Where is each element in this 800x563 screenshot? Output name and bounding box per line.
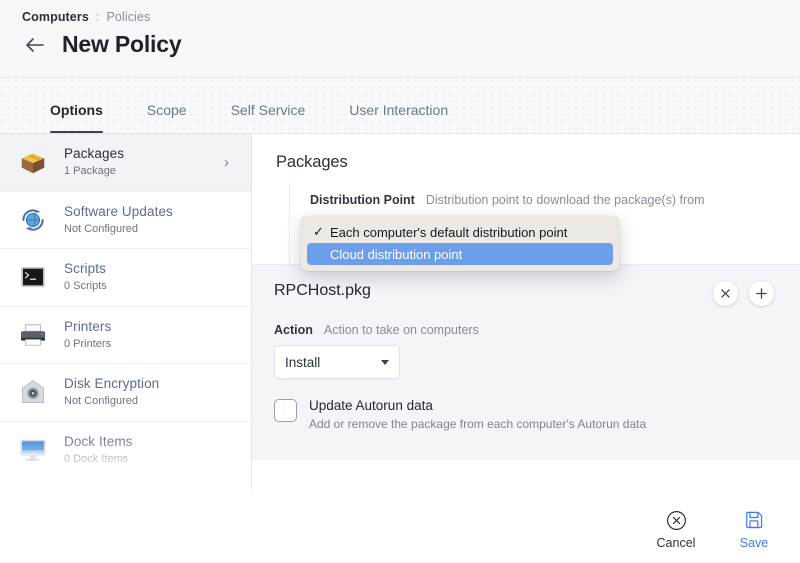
payload-sidebar[interactable]: Packages 1 Package› Software Updates Not Co… (0, 134, 252, 490)
breadcrumb: Computers : Policies (22, 10, 150, 24)
printer-icon (16, 318, 50, 352)
breadcrumb-computers[interactable]: Computers (22, 10, 89, 24)
distribution-point-help: Distribution point to download the packa… (426, 193, 705, 207)
sidebar-item-printers[interactable]: Printers 0 Printers (0, 307, 251, 365)
sidebar-item-packages[interactable]: Packages 1 Package› (0, 134, 251, 192)
chevron-right-icon: › (224, 154, 235, 171)
sidebar-item-software-updates[interactable]: Software Updates Not Configured (0, 192, 251, 250)
cancel-label: Cancel (657, 536, 696, 550)
action-help: Action to take on computers (324, 323, 479, 337)
sidebar-item-sublabel: 0 Dock Items (64, 453, 235, 466)
menu-item-default-distribution-point[interactable]: ✓ Each computer's default distribution p… (307, 221, 613, 243)
sidebar-item-disk-encryption[interactable]: Disk Encryption Not Configured (0, 364, 251, 422)
sidebar-item-text: Disk Encryption Not Configured (64, 376, 235, 408)
menu-item-cloud-distribution-point[interactable]: Cloud distribution point (307, 243, 613, 265)
update-autorun-title: Update Autorun data (309, 397, 646, 415)
monitor-dock-icon (16, 433, 50, 467)
sidebar-item-sublabel: 1 Package (64, 165, 224, 178)
sidebar-item-text: Packages 1 Package (64, 146, 224, 178)
sidebar-item-sublabel: 0 Printers (64, 338, 235, 351)
tab-self-service[interactable]: Self Service (209, 102, 328, 133)
sidebar-item-sublabel: 0 Scripts (64, 280, 235, 293)
sidebar-item-label: Packages (64, 146, 224, 163)
update-autorun-row: Update Autorun data Add or remove the pa… (274, 397, 646, 431)
sidebar-item-label: Disk Encryption (64, 376, 235, 393)
action-select[interactable]: Install (274, 345, 400, 379)
arrow-left-icon[interactable] (22, 32, 48, 58)
update-autorun-text: Update Autorun data Add or remove the pa… (309, 397, 646, 431)
save-button[interactable]: Save (722, 509, 786, 550)
tab-scope[interactable]: Scope (125, 102, 209, 133)
tab-options[interactable]: Options (28, 102, 125, 133)
distribution-point-field: Distribution Point Distribution point to… (310, 193, 704, 207)
breadcrumb-policies[interactable]: Policies (106, 10, 150, 24)
sidebar-item-label: Dock Items (64, 434, 235, 451)
page-title: New Policy (62, 31, 181, 58)
cancel-button[interactable]: Cancel (644, 509, 708, 550)
sidebar-item-label: Scripts (64, 261, 235, 278)
software-update-globe-icon (16, 203, 50, 237)
action-label: Action (274, 323, 313, 337)
sidebar-item-label: Printers (64, 319, 235, 336)
main-panel: Packages Distribution Point Distribution… (252, 134, 800, 490)
sidebar-item-label: Software Updates (64, 204, 235, 221)
sidebar-item-local-accounts[interactable]: Local Accounts0 Accounts (0, 479, 251, 490)
checkmark-icon: ✓ (313, 224, 330, 240)
action-select-value: Install (285, 355, 381, 370)
policy-editor-window: Computers : Policies New Policy OptionsS… (0, 0, 800, 563)
menu-item-label: Cloud distribution point (330, 247, 462, 262)
page-header: Computers : Policies New Policy (0, 0, 800, 78)
sidebar-item-dock-items[interactable]: Dock Items 0 Dock Items (0, 422, 251, 480)
package-box-icon (16, 145, 50, 179)
sidebar-item-text: Printers 0 Printers (64, 319, 235, 351)
menu-item-label: Each computer's default distribution poi… (330, 225, 567, 240)
action-field: Action Action to take on computers (274, 323, 479, 337)
distribution-point-dropdown-menu[interactable]: ✓ Each computer's default distribution p… (301, 216, 619, 271)
tab-user-interaction[interactable]: User Interaction (327, 102, 470, 133)
title-row: New Policy (22, 31, 181, 58)
sidebar-item-text: Scripts 0 Scripts (64, 261, 235, 293)
breadcrumb-separator: : (96, 10, 100, 24)
save-floppy-icon (743, 509, 765, 531)
package-card: RPCHost.pkg Action Action to take on com… (252, 264, 800, 460)
distribution-point-label: Distribution Point (310, 193, 415, 207)
sidebar-item-text: Software Updates Not Configured (64, 204, 235, 236)
update-autorun-sub: Add or remove the package from each comp… (309, 417, 646, 431)
sidebar-item-scripts[interactable]: Scripts 0 Scripts (0, 249, 251, 307)
package-name: RPCHost.pkg (274, 282, 371, 300)
cancel-circle-x-icon (665, 509, 687, 531)
chevron-down-icon (381, 360, 389, 365)
sidebar-item-text: Dock Items 0 Dock Items (64, 434, 235, 466)
section-title: Packages (276, 153, 348, 172)
add-package-button[interactable] (749, 281, 774, 306)
save-label: Save (740, 536, 769, 550)
remove-package-button[interactable] (713, 281, 738, 306)
terminal-icon (16, 260, 50, 294)
sidebar-item-sublabel: Not Configured (64, 223, 235, 236)
footer-actions: Cancel Save (0, 490, 800, 563)
sidebar-item-sublabel: Not Configured (64, 395, 235, 408)
update-autorun-checkbox[interactable] (274, 399, 297, 422)
disk-encryption-icon (16, 375, 50, 409)
tab-bar: OptionsScopeSelf ServiceUser Interaction (0, 78, 800, 134)
